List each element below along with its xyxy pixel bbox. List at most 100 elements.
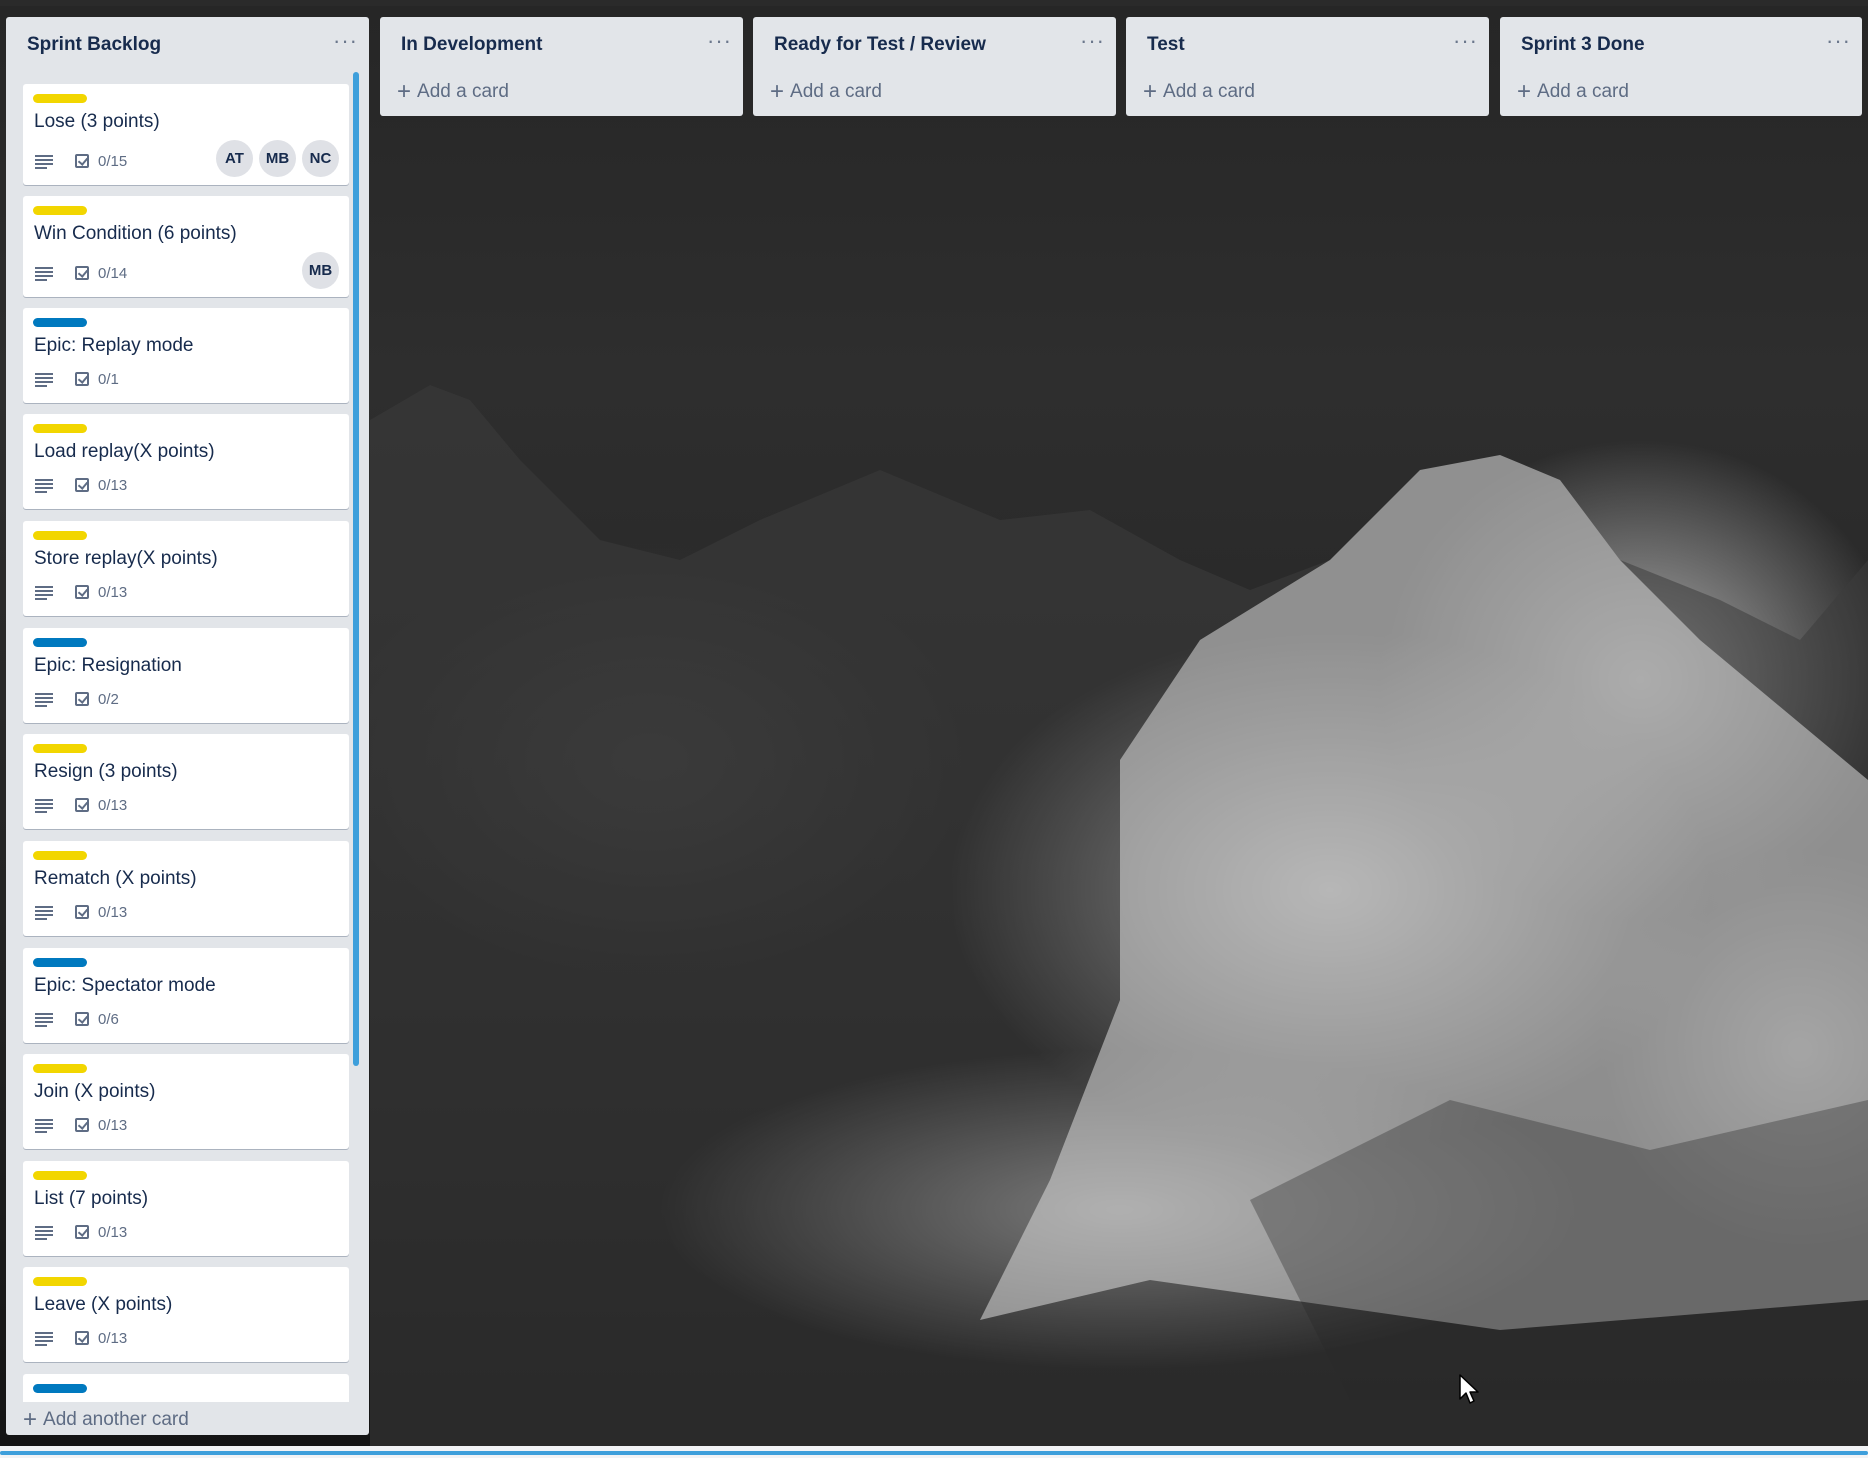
list-title[interactable]: In Development — [401, 34, 542, 56]
card-label-yellow[interactable] — [33, 851, 87, 860]
card[interactable]: Store replay(X points) 0/13 — [23, 521, 349, 616]
list-title[interactable]: Sprint Backlog — [27, 34, 161, 56]
add-card-label: Add another card — [43, 1409, 189, 1430]
card-label-yellow[interactable] — [33, 206, 87, 215]
add-card-label: Add a card — [1537, 81, 1629, 102]
checklist-icon — [75, 692, 89, 706]
description-icon — [35, 692, 53, 707]
list-header: Sprint Backlog ··· — [6, 17, 369, 69]
card-badges: 0/13 — [35, 475, 127, 495]
card-badges: 0/13 — [35, 1115, 127, 1135]
list-title[interactable]: Sprint 3 Done — [1521, 34, 1645, 56]
card-title: List (7 points) — [34, 1188, 149, 1209]
add-card-button[interactable]: + Add a card — [770, 78, 882, 105]
checklist-count: 0/13 — [98, 903, 128, 921]
list-scrollbar[interactable] — [353, 72, 359, 1066]
card[interactable]: Lose (3 points) 0/15 AT MB NC — [23, 84, 349, 185]
more-options-icon[interactable]: ··· — [1080, 30, 1104, 53]
checklist-count: 0/14 — [98, 264, 128, 282]
card-label-blue[interactable] — [33, 958, 87, 967]
horizontal-scrollbar[interactable] — [0, 1446, 1868, 1458]
card-badges: 0/2 — [35, 689, 119, 709]
list-header: Test ··· — [1126, 17, 1489, 69]
list-header: Sprint 3 Done ··· — [1500, 17, 1862, 69]
plus-icon: + — [1517, 78, 1532, 105]
card-label-yellow[interactable] — [33, 1277, 87, 1286]
card-container: Lose (3 points) 0/15 AT MB NC Win Condition (… — [18, 84, 354, 1402]
card-label-blue[interactable] — [33, 318, 87, 327]
description-icon — [35, 478, 53, 493]
card-title: Win Condition (6 points) — [34, 223, 237, 244]
member-avatar[interactable]: MB — [259, 140, 296, 177]
card-label-blue[interactable] — [33, 1384, 87, 1393]
card-title: Load replay(X points) — [34, 441, 215, 462]
card-badges: 0/14 — [35, 263, 127, 283]
card-badges: 0/13 — [35, 582, 127, 602]
checklist-icon — [75, 1331, 89, 1345]
list-test: Test ··· + Add a card — [1126, 17, 1489, 116]
description-icon — [35, 1225, 53, 1240]
card-label-yellow[interactable] — [33, 1171, 87, 1180]
card[interactable]: Join (X points) 0/13 — [23, 1054, 349, 1149]
card[interactable]: Win Condition (6 points) 0/14 MB — [23, 196, 349, 297]
description-icon — [35, 798, 53, 813]
checklist-icon — [75, 266, 89, 280]
checklist-count: 0/13 — [98, 583, 128, 601]
card-label-yellow[interactable] — [33, 1064, 87, 1073]
checklist-count: 0/1 — [98, 370, 119, 388]
plus-icon: + — [397, 78, 412, 105]
card[interactable]: Resign (3 points) 0/13 — [23, 734, 349, 829]
member-avatar[interactable]: MB — [302, 252, 339, 289]
card[interactable]: Rematch (X points) 0/13 — [23, 841, 349, 936]
description-icon — [35, 266, 53, 281]
plus-icon: + — [770, 78, 785, 105]
card[interactable]: List (7 points) 0/13 — [23, 1161, 349, 1256]
checklist-icon — [75, 798, 89, 812]
mouse-cursor-icon — [1459, 1374, 1479, 1404]
checklist-count: 0/6 — [98, 1010, 119, 1028]
description-icon — [35, 585, 53, 600]
add-card-button[interactable]: + Add a card — [397, 78, 509, 105]
member-avatar[interactable]: NC — [302, 140, 339, 177]
card-label-blue[interactable] — [33, 638, 87, 647]
card-title: Lose (3 points) — [34, 111, 160, 132]
card[interactable]: Epic: Resignation 0/2 — [23, 628, 349, 723]
more-options-icon[interactable]: ··· — [707, 30, 731, 53]
checklist-icon — [75, 372, 89, 386]
list-title[interactable]: Ready for Test / Review — [774, 34, 986, 56]
more-options-icon[interactable]: ··· — [1826, 30, 1850, 53]
checklist-icon — [75, 905, 89, 919]
card[interactable] — [23, 1374, 349, 1402]
checklist-icon — [75, 478, 89, 492]
card-title: Epic: Spectator mode — [34, 975, 216, 996]
card-label-yellow[interactable] — [33, 744, 87, 753]
card[interactable]: Load replay(X points) 0/13 — [23, 414, 349, 509]
card[interactable]: Epic: Replay mode 0/1 — [23, 308, 349, 403]
list-sprint-backlog: Sprint Backlog ··· Lose (3 points) 0/15 AT… — [6, 17, 369, 1435]
more-options-icon[interactable]: ··· — [1453, 30, 1477, 53]
card-members: MB — [302, 252, 339, 289]
card-badges: 0/13 — [35, 902, 127, 922]
horizontal-scrollbar-thumb[interactable] — [0, 1451, 1868, 1455]
description-icon — [35, 372, 53, 387]
add-card-button[interactable]: + Add a card — [1517, 78, 1629, 105]
checklist-icon — [75, 1118, 89, 1132]
more-options-icon[interactable]: ··· — [333, 30, 357, 53]
card[interactable]: Epic: Spectator mode 0/6 — [23, 948, 349, 1043]
list-title[interactable]: Test — [1147, 34, 1185, 56]
card[interactable]: Leave (X points) 0/13 — [23, 1267, 349, 1362]
card-label-yellow[interactable] — [33, 531, 87, 540]
top-edge — [0, 0, 1868, 6]
add-another-card-button[interactable]: + Add another card — [23, 1408, 189, 1432]
card-label-yellow[interactable] — [33, 424, 87, 433]
card-label-yellow[interactable] — [33, 94, 87, 103]
card-badges: 0/15 — [35, 151, 127, 171]
list-sprint-3-done: Sprint 3 Done ··· + Add a card — [1500, 17, 1862, 116]
checklist-count: 0/13 — [98, 1329, 128, 1347]
description-icon — [35, 154, 53, 169]
add-card-button[interactable]: + Add a card — [1143, 80, 1255, 104]
card-title: Rematch (X points) — [34, 868, 197, 889]
description-icon — [35, 905, 53, 920]
member-avatar[interactable]: AT — [216, 140, 253, 177]
description-icon — [35, 1331, 53, 1346]
